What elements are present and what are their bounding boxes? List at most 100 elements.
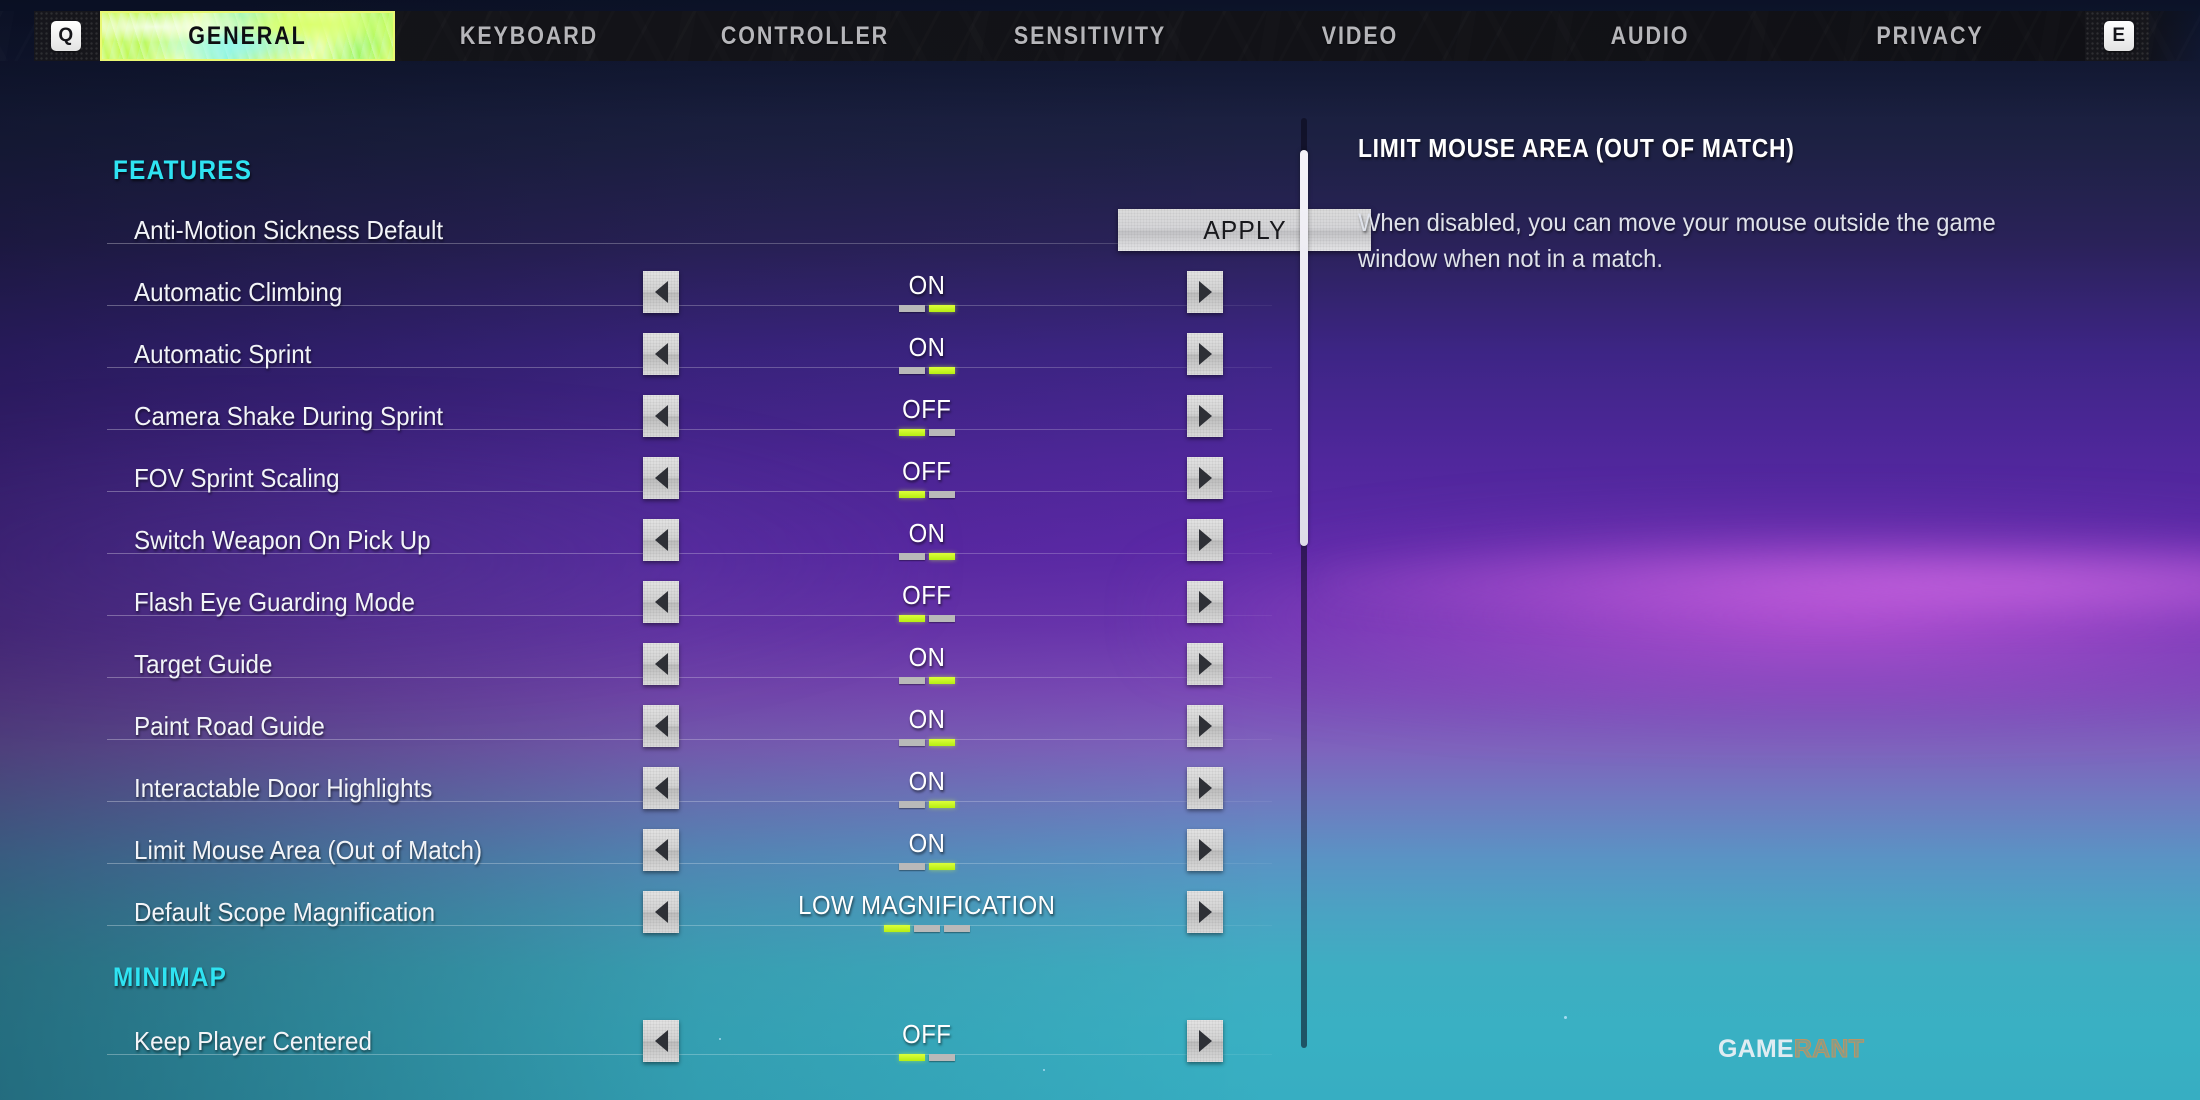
next-value-arrow-icon[interactable] bbox=[1187, 457, 1223, 499]
setting-row[interactable]: Automatic Climbing ON bbox=[107, 261, 1272, 323]
value-step-segment bbox=[899, 862, 925, 870]
tab-video[interactable]: VIDEO bbox=[1270, 11, 1451, 61]
setting-label: Limit Mouse Area (Out of Match) bbox=[134, 834, 483, 865]
tab-keyboard[interactable]: KEYBOARD bbox=[422, 11, 637, 61]
value-step-segment bbox=[899, 614, 925, 622]
prev-value-arrow-icon[interactable] bbox=[643, 271, 679, 313]
value-step-indicator bbox=[899, 490, 955, 498]
setting-row[interactable]: Camera Shake During Sprint OFF bbox=[107, 385, 1272, 447]
prev-value-arrow-icon[interactable] bbox=[643, 829, 679, 871]
watermark-game-text: GAME bbox=[1718, 1035, 1794, 1063]
next-tab-key-icon[interactable]: E bbox=[2104, 21, 2134, 51]
value-step-indicator bbox=[899, 614, 955, 622]
value-step-indicator bbox=[899, 1053, 955, 1061]
value-step-indicator bbox=[899, 862, 955, 870]
next-value-arrow-icon[interactable] bbox=[1187, 1020, 1223, 1062]
setting-row[interactable]: Automatic Sprint ON bbox=[107, 323, 1272, 385]
prev-value-arrow-icon[interactable] bbox=[643, 395, 679, 437]
setting-value-group: ON bbox=[697, 761, 1157, 815]
tab-audio[interactable]: AUDIO bbox=[1560, 11, 1741, 61]
value-step-segment bbox=[899, 676, 925, 684]
tab-privacy[interactable]: PRIVACY bbox=[1827, 11, 2033, 61]
setting-row[interactable]: Keep Player Centered OFF bbox=[107, 1010, 1272, 1072]
next-value-arrow-icon[interactable] bbox=[1187, 891, 1223, 933]
prev-value-arrow-icon[interactable] bbox=[643, 767, 679, 809]
value-step-segment bbox=[899, 552, 925, 560]
next-value-arrow-icon[interactable] bbox=[1187, 271, 1223, 313]
dust-speck bbox=[1564, 1016, 1567, 1019]
section-header-minimap: MINIMAP bbox=[113, 962, 228, 992]
setting-row[interactable]: Default Scope Magnification LOW MAGNIFICA… bbox=[107, 881, 1272, 943]
next-value-arrow-icon[interactable] bbox=[1187, 705, 1223, 747]
value-step-segment bbox=[899, 428, 925, 436]
tab-controller[interactable]: CONTROLLER bbox=[698, 11, 913, 61]
value-step-indicator bbox=[899, 304, 955, 312]
prev-value-arrow-icon[interactable] bbox=[643, 519, 679, 561]
next-value-arrow-icon[interactable] bbox=[1187, 519, 1223, 561]
value-step-segment bbox=[899, 366, 925, 374]
prev-value-arrow-icon[interactable] bbox=[643, 457, 679, 499]
setting-label: Automatic Climbing bbox=[134, 276, 343, 307]
setting-value-group: ON bbox=[697, 823, 1157, 877]
value-step-indicator bbox=[884, 924, 970, 932]
value-step-segment bbox=[929, 490, 955, 498]
setting-label: Keep Player Centered bbox=[134, 1025, 372, 1056]
setting-row[interactable]: Flash Eye Guarding Mode OFF bbox=[107, 571, 1272, 633]
prev-value-arrow-icon[interactable] bbox=[643, 1020, 679, 1062]
setting-value: OFF bbox=[902, 394, 952, 425]
value-step-segment bbox=[929, 676, 955, 684]
value-step-indicator bbox=[899, 676, 955, 684]
setting-label: Switch Weapon On Pick Up bbox=[134, 524, 431, 555]
value-step-segment bbox=[899, 738, 925, 746]
value-step-indicator bbox=[899, 552, 955, 560]
tab-general[interactable]: GENERAL bbox=[121, 11, 375, 61]
value-step-segment bbox=[929, 552, 955, 560]
apply-button[interactable]: APPLY bbox=[1118, 209, 1371, 251]
setting-label: Paint Road Guide bbox=[134, 710, 325, 741]
tab-sensitivity[interactable]: SENSITIVITY bbox=[978, 11, 1202, 61]
prev-value-arrow-icon[interactable] bbox=[643, 643, 679, 685]
setting-row[interactable]: Target Guide ON bbox=[107, 633, 1272, 695]
game-settings-screen: GENERAL KEYBOARD CONTROLLER SENSITIVITY VIDE… bbox=[0, 0, 2200, 1100]
prev-value-arrow-icon[interactable] bbox=[643, 705, 679, 747]
next-value-arrow-icon[interactable] bbox=[1187, 767, 1223, 809]
value-step-segment bbox=[929, 428, 955, 436]
setting-row[interactable]: Paint Road Guide ON bbox=[107, 695, 1272, 757]
setting-label: FOV Sprint Scaling bbox=[134, 462, 340, 493]
next-value-arrow-icon[interactable] bbox=[1187, 829, 1223, 871]
value-step-segment bbox=[929, 614, 955, 622]
setting-value-group: OFF bbox=[697, 1014, 1157, 1068]
setting-value-group: ON bbox=[697, 513, 1157, 567]
setting-row[interactable]: FOV Sprint Scaling OFF bbox=[107, 447, 1272, 509]
next-value-arrow-icon[interactable] bbox=[1187, 395, 1223, 437]
detail-panel-description: When disabled, you can move your mouse o… bbox=[1358, 209, 1996, 273]
setting-value: LOW MAGNIFICATION bbox=[798, 890, 1056, 921]
next-value-arrow-icon[interactable] bbox=[1187, 333, 1223, 375]
next-value-arrow-icon[interactable] bbox=[1187, 643, 1223, 685]
setting-row[interactable]: Anti-Motion Sickness Default APPLY bbox=[107, 199, 1371, 261]
value-step-segment bbox=[929, 1053, 955, 1061]
setting-label: Interactable Door Highlights bbox=[134, 772, 433, 803]
value-step-segment bbox=[914, 924, 940, 932]
next-value-arrow-icon[interactable] bbox=[1187, 581, 1223, 623]
value-step-segment bbox=[884, 924, 910, 932]
detail-panel-title: LIMIT MOUSE AREA (OUT OF MATCH) bbox=[1358, 133, 1795, 163]
value-step-segment bbox=[899, 800, 925, 808]
settings-scrollbar-thumb[interactable] bbox=[1300, 150, 1308, 546]
setting-label: Automatic Sprint bbox=[134, 338, 312, 369]
value-step-segment bbox=[899, 304, 925, 312]
setting-value-group: OFF bbox=[697, 389, 1157, 443]
setting-row[interactable]: Interactable Door Highlights ON bbox=[107, 757, 1272, 819]
prev-value-arrow-icon[interactable] bbox=[643, 333, 679, 375]
prev-value-arrow-icon[interactable] bbox=[643, 891, 679, 933]
setting-value-group: ON bbox=[697, 265, 1157, 319]
setting-row[interactable]: Switch Weapon On Pick Up ON bbox=[107, 509, 1272, 571]
prev-tab-key-icon[interactable]: Q bbox=[51, 21, 81, 51]
prev-value-arrow-icon[interactable] bbox=[643, 581, 679, 623]
setting-label: Camera Shake During Sprint bbox=[134, 400, 444, 431]
value-step-indicator bbox=[899, 428, 955, 436]
setting-value-group: ON bbox=[697, 327, 1157, 381]
setting-row[interactable]: Limit Mouse Area (Out of Match) ON bbox=[107, 819, 1272, 881]
setting-value-group: OFF bbox=[697, 451, 1157, 505]
setting-value: ON bbox=[908, 332, 946, 363]
